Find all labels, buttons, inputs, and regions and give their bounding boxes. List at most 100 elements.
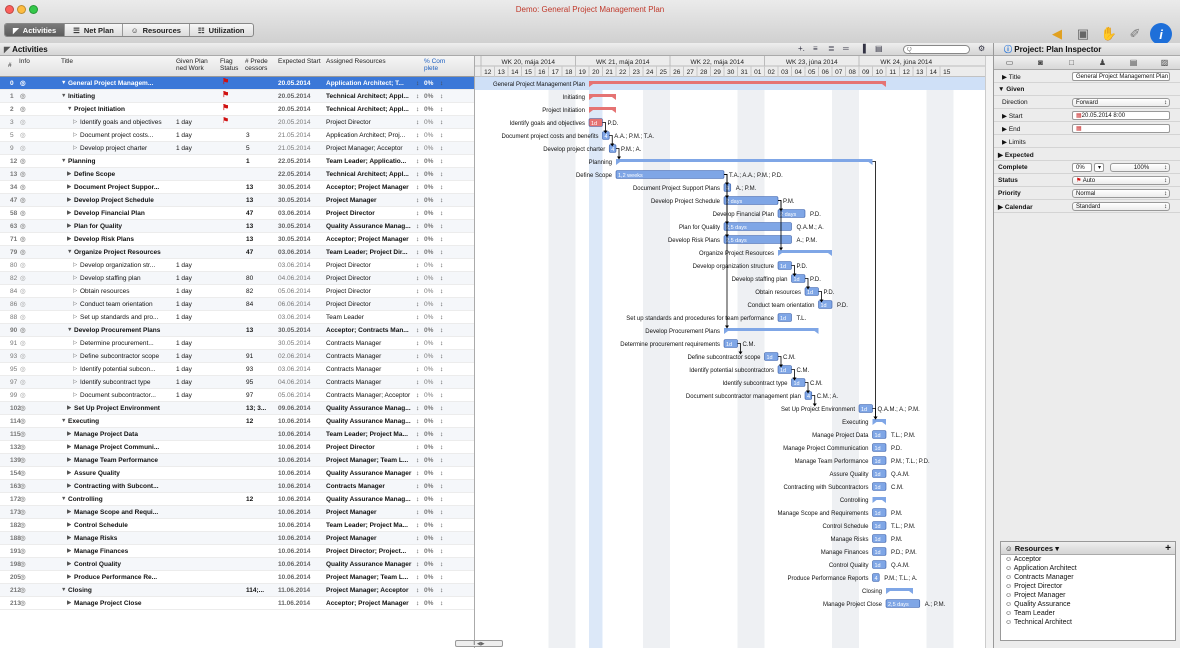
table-row[interactable]: 2 ◎ ▼ Project Initiation ⚑ 20.05.2014 Technica… [0,103,474,116]
table-row[interactable]: 97 ◎ ▷ Identify subcontract type 1 day 95 04.0… [0,376,474,389]
percent-stepper-icon[interactable]: ↕ [440,171,448,178]
assigned-resources[interactable]: Project Director; Project... [326,548,422,555]
percent-complete[interactable]: 0% [424,145,440,152]
predecessors[interactable]: 13 [246,236,276,243]
percent-complete[interactable]: 0% [424,379,440,386]
percent-complete[interactable]: 0% [424,158,440,165]
predecessors[interactable]: 84 [246,301,276,308]
vertical-scrollbar[interactable] [985,56,993,648]
task-title[interactable]: Manage Project Communi... [74,444,174,451]
percent-stepper-icon[interactable]: ↕ [440,522,448,529]
table-row[interactable]: 212 ◎ ▼ Closing 114;... 11.06.2014 Project Man… [0,584,474,597]
percent-stepper-icon[interactable]: ↕ [440,574,448,581]
inspector-tab-icon[interactable]: □ [1056,56,1087,69]
table-row[interactable]: 90 ◎ ▼ Develop Procurement Plans 13 30.05.201… [0,324,474,337]
table-row[interactable]: 88 ◎ ▷ Set up standards and pro... 1 day 03.0… [0,311,474,324]
percent-stepper-icon[interactable]: ↕ [440,509,448,516]
task-title[interactable]: Contracting with Subcont... [74,483,174,490]
table-row[interactable]: 205 ◎ ▶ Produce Performance Re... 10.06.2014… [0,571,474,584]
assigned-resources[interactable]: Project Director [326,210,422,217]
resources-dropdown-icon[interactable]: ↕ [416,457,424,464]
info-dot-icon[interactable]: ◎ [20,444,26,451]
task-title[interactable]: Develop Procurement Plans [74,327,174,334]
percent-complete[interactable]: 0% [424,275,440,282]
task-title[interactable]: Executing [68,418,174,425]
task-title[interactable]: Control Schedule [74,522,174,529]
resource-item[interactable]: ☺ Team Leader [1001,609,1175,618]
percent-stepper-icon[interactable]: ↕ [440,80,448,87]
info-dot-icon[interactable]: ◎ [20,288,26,295]
table-row[interactable]: 34 ◎ ▶ Document Project Suppor... 13 30.05.20… [0,181,474,194]
col-percent-complete[interactable]: % Com plete [424,58,445,72]
assigned-resources[interactable]: Quality Assurance Manag... [326,418,422,425]
assigned-resources[interactable]: Project Director [326,301,422,308]
tab-net-plan[interactable]: ☰ Net Plan [65,24,123,36]
col-predecessors[interactable]: # Prede cessors [245,58,268,72]
status-popup[interactable]: ⚑ Auto [1072,176,1170,185]
end-date-field[interactable]: ▦ [1072,124,1170,133]
summary-bar[interactable] [724,328,819,331]
percent-complete[interactable]: 0% [424,431,440,438]
info-dot-icon[interactable]: ◎ [20,379,26,386]
info-dot-icon[interactable]: ◎ [20,236,26,243]
task-title[interactable]: Manage Project Close [74,600,174,607]
resources-dropdown-icon[interactable]: ↕ [416,379,424,386]
disclosure-icon[interactable]: ▶ [67,431,71,438]
inspector-tab-icon[interactable]: ♟ [1087,56,1118,69]
predecessors[interactable]: 91 [246,353,276,360]
resources-dropdown-icon[interactable]: ↕ [416,119,424,126]
percent-complete[interactable]: 0% [424,210,440,217]
given-work[interactable]: 1 day [176,288,216,295]
task-title[interactable]: Produce Performance Re... [74,574,174,581]
percent-stepper-icon[interactable]: ↕ [440,236,448,243]
predecessors[interactable]: 13 [246,197,276,204]
table-row[interactable]: 93 ◎ ▷ Define subcontractor scope 1 day 91 02.… [0,350,474,363]
info-dot-icon[interactable]: ◎ [20,366,26,373]
percent-stepper-icon[interactable]: ↕ [440,223,448,230]
assigned-resources[interactable]: Project Manager [326,197,422,204]
col-expected-start[interactable]: Expected Start [278,58,321,65]
percent-stepper-icon[interactable]: ↕ [440,431,448,438]
disclosure-icon[interactable]: ▶ [67,522,71,529]
table-row[interactable]: 82 ◎ ▷ Develop staffing plan 1 day 80 04.06.20… [0,272,474,285]
table-row[interactable]: 3 ◎ ▷ Identify goals and objectives 1 day ⚑ 20… [0,116,474,129]
percent-complete[interactable]: 0% [424,197,440,204]
predecessors[interactable]: 12 [246,496,276,503]
direction-popup[interactable]: Forward [1072,98,1170,107]
resources-dropdown-icon[interactable]: ↕ [416,223,424,230]
given-work[interactable]: 1 day [176,262,216,269]
task-title[interactable]: Controlling [68,496,174,503]
assigned-resources[interactable]: Team Leader; Project Dir... [326,249,422,256]
task-title[interactable]: Manage Team Performance [74,457,174,464]
percent-stepper-icon[interactable]: ↕ [440,496,448,503]
percent-stepper-icon[interactable]: ↕ [440,600,448,607]
resources-dropdown-icon[interactable]: ↕ [416,80,424,87]
task-title[interactable]: Develop organization str... [80,262,174,269]
task-title[interactable]: Organize Project Resources [74,249,174,256]
predecessors[interactable]: 47 [246,249,276,256]
assigned-resources[interactable]: Team Leader [326,314,422,321]
table-row[interactable]: 99 ◎ ▷ Document subcontractor... 1 day 97 05.0… [0,389,474,402]
task-title[interactable]: Assure Quality [74,470,174,477]
inspector-tab-icon[interactable]: ▭ [994,56,1025,69]
col-number[interactable]: # [8,62,12,69]
resources-dropdown-icon[interactable]: ↕ [416,93,424,100]
resource-item[interactable]: ☺ Project Director [1001,582,1175,591]
table-row[interactable]: 0 ◎ ▼ General Project Managem... ⚑ 20.05.2014… [0,77,474,90]
assigned-resources[interactable]: Acceptor; Project Manager [326,236,422,243]
summary-bar[interactable] [589,94,616,97]
disclosure-icon[interactable]: ▼ [67,249,72,256]
complete-stepper[interactable]: ▾ [1094,163,1104,172]
disclosure-icon[interactable]: ▷ [73,340,77,347]
disclosure-icon[interactable]: ▶ [67,457,71,464]
percent-complete[interactable]: 0% [424,301,440,308]
resource-item[interactable]: ☺ Technical Architect [1001,618,1175,627]
table-row[interactable]: 1 ◎ ▼ Initiating ⚑ 20.05.2014 Technical Archit… [0,90,474,103]
percent-stepper-icon[interactable]: ↕ [440,119,448,126]
bar-icon[interactable]: ▐ [860,44,866,53]
resources-dropdown-icon[interactable]: ↕ [416,561,424,568]
given-work[interactable]: 1 day [176,314,216,321]
resource-item[interactable]: ☺ Contracts Manager [1001,573,1175,582]
col-assigned-resources[interactable]: Assigned Resources [326,58,386,65]
info-icon[interactable]: i [1150,23,1172,45]
